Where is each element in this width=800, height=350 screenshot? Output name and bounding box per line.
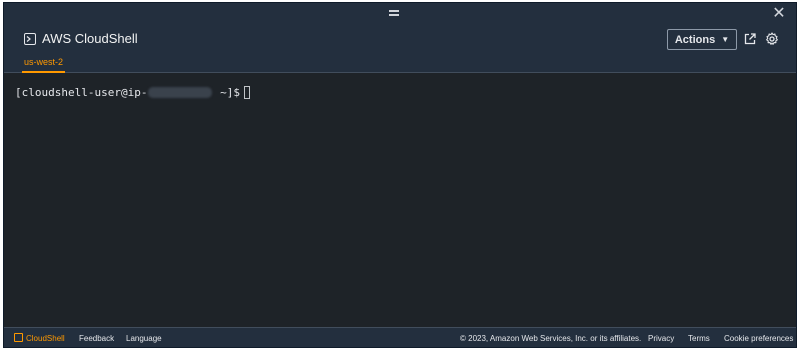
footer-feedback-link[interactable]: Feedback bbox=[79, 334, 114, 343]
actions-button[interactable]: Actions ▼ bbox=[667, 29, 737, 50]
external-link-icon[interactable] bbox=[744, 33, 756, 45]
gear-icon[interactable] bbox=[765, 32, 779, 46]
caret-down-icon: ▼ bbox=[721, 35, 730, 44]
region-tabs: us-west-2 bbox=[4, 55, 796, 73]
footer-cloudshell-label: CloudShell bbox=[26, 334, 65, 343]
prompt-prefix: [cloudshell-user@ip- bbox=[15, 86, 148, 99]
page-title: AWS CloudShell bbox=[42, 31, 138, 46]
footer: CloudShell Feedback Language © 2023, Ama… bbox=[4, 327, 796, 347]
terminal-area[interactable]: [cloudshell-user@ip- ~]$ bbox=[4, 73, 796, 329]
footer-privacy-link[interactable]: Privacy bbox=[648, 334, 674, 343]
tab-us-west-2[interactable]: us-west-2 bbox=[22, 57, 66, 73]
terminal-cursor bbox=[243, 86, 250, 99]
window-topbar: ✕ bbox=[4, 3, 796, 25]
header: AWS CloudShell Actions ▼ bbox=[4, 25, 796, 55]
prompt-line: [cloudshell-user@ip- ~]$ bbox=[15, 86, 250, 99]
cloudshell-window: ✕ AWS CloudShell Actions ▼ us-west-2 [cl… bbox=[3, 2, 797, 348]
actions-label: Actions bbox=[674, 33, 716, 46]
drag-handle-icon[interactable] bbox=[389, 10, 399, 18]
redacted-ip bbox=[148, 87, 213, 98]
footer-cookie-preferences-link[interactable]: Cookie preferences bbox=[724, 334, 793, 343]
footer-copyright: © 2023, Amazon Web Services, Inc. or its… bbox=[460, 334, 642, 343]
footer-terms-link[interactable]: Terms bbox=[688, 334, 710, 343]
footer-language-link[interactable]: Language bbox=[126, 334, 162, 343]
prompt-suffix: ~]$ bbox=[213, 86, 240, 99]
close-icon[interactable]: ✕ bbox=[772, 6, 786, 22]
cloudshell-icon bbox=[14, 333, 23, 342]
footer-cloudshell-link[interactable]: CloudShell bbox=[14, 333, 65, 343]
terminal-icon bbox=[24, 33, 36, 45]
